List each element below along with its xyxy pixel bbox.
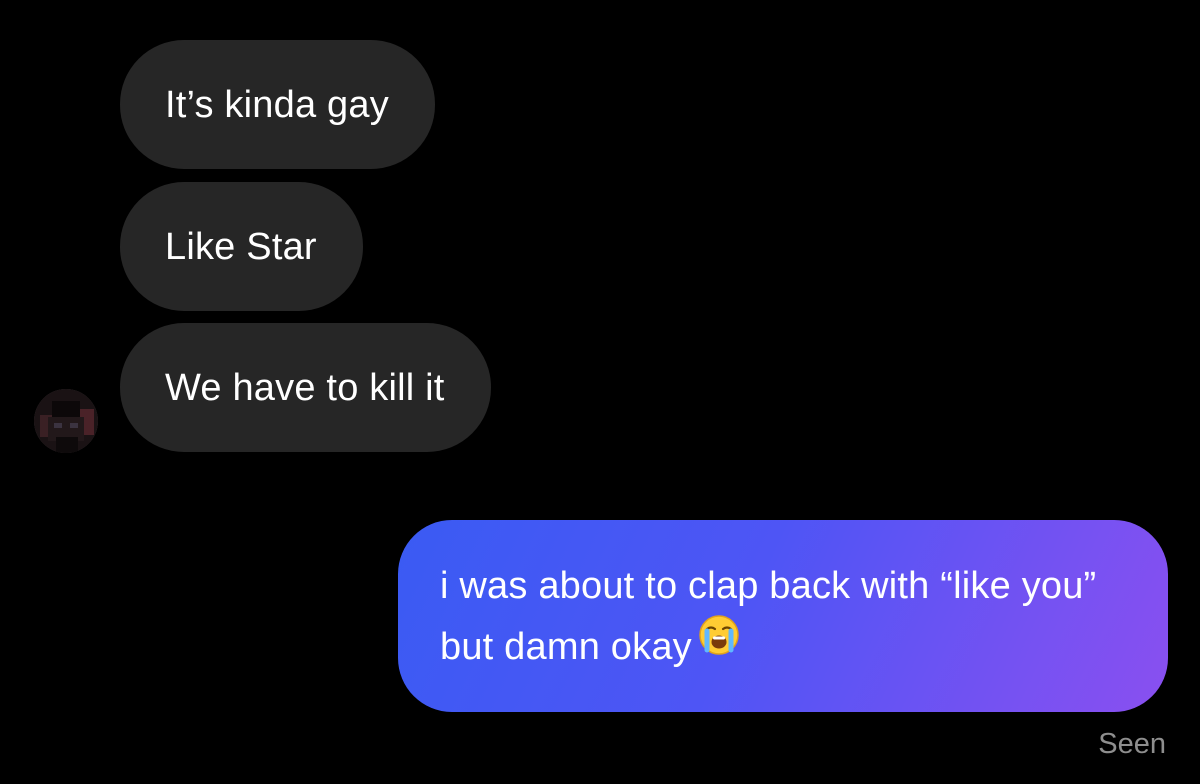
- loudly-crying-face-icon: [698, 614, 740, 675]
- incoming-message-bubble[interactable]: Like Star: [120, 182, 363, 311]
- outgoing-message-bubble[interactable]: i was about to clap back with “like you”…: [398, 520, 1168, 712]
- message-text: We have to kill it: [165, 366, 445, 409]
- incoming-message-bubble[interactable]: It’s kinda gay: [120, 40, 435, 169]
- seen-status: Seen: [1098, 728, 1166, 760]
- avatar-image: [34, 389, 98, 453]
- sender-avatar[interactable]: [34, 389, 98, 453]
- message-text: Like Star: [165, 225, 317, 268]
- message-text: It’s kinda gay: [165, 83, 389, 126]
- incoming-message-bubble[interactable]: We have to kill it: [120, 323, 491, 452]
- message-text: i was about to clap back with “like you”…: [440, 565, 1097, 668]
